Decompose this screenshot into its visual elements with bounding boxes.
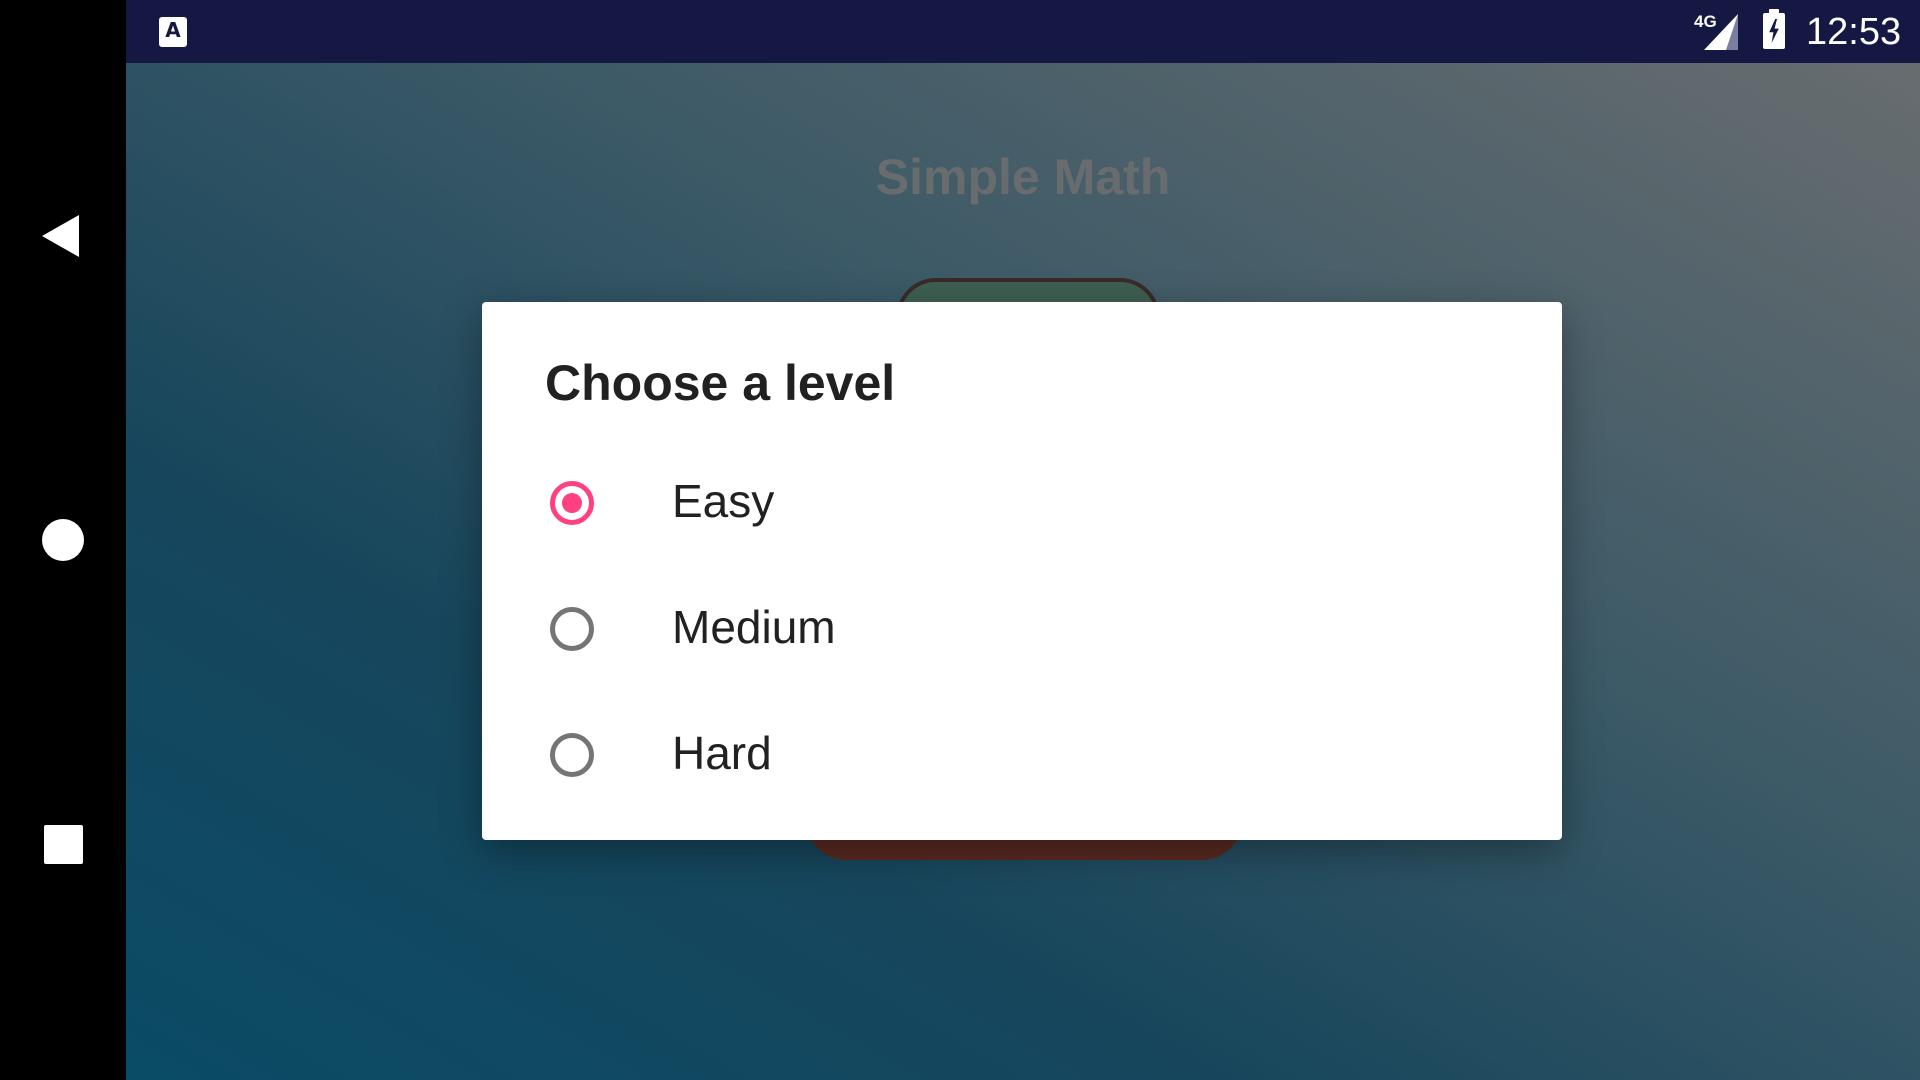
status-clock: 12:53 — [1806, 11, 1902, 53]
recents-icon — [43, 824, 83, 864]
level-dialog: Choose a level Easy Medium Hard — [482, 302, 1562, 840]
option-label: Hard — [672, 727, 772, 779]
dialog-title: Choose a level — [545, 355, 896, 411]
back-icon — [41, 215, 79, 257]
signal-strength-remaining — [1726, 14, 1738, 50]
level-option-medium[interactable]: Medium — [482, 570, 1562, 696]
option-label: Easy — [672, 475, 775, 527]
app-title: Simple Math — [875, 149, 1171, 205]
home-button[interactable] — [23, 500, 103, 580]
back-button[interactable] — [23, 196, 103, 276]
level-option-hard[interactable]: Hard — [482, 696, 1562, 822]
option-label: Medium — [672, 601, 836, 653]
radio-button-unchecked[interactable] — [550, 733, 594, 777]
radio-button-checked[interactable] — [550, 481, 594, 525]
notification-icon: A — [159, 17, 187, 47]
radio-button-unchecked[interactable] — [550, 607, 594, 651]
level-option-easy[interactable]: Easy — [482, 444, 1562, 570]
navigation-bar — [0, 0, 126, 1080]
status-bar: A 4G 12:53 — [126, 0, 1920, 63]
recents-button[interactable] — [23, 804, 103, 884]
device-screen: A 4G 12:53 Simple Math Choose a level Ea… — [0, 0, 1920, 1080]
home-icon — [42, 519, 84, 561]
battery-charging-icon — [1763, 9, 1785, 49]
